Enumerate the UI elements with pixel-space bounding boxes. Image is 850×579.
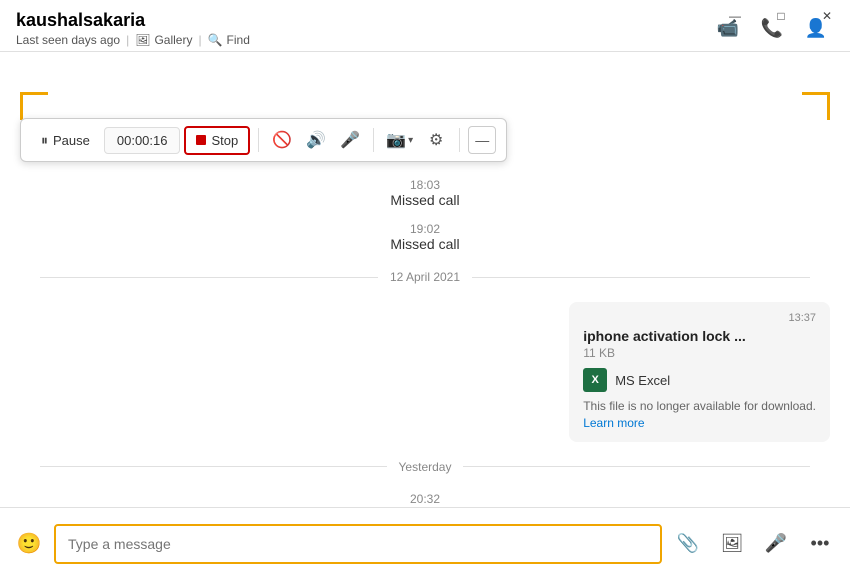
- camera-icon: 📷: [386, 130, 406, 150]
- emoji-button[interactable]: 🙂: [12, 527, 46, 561]
- settings-button[interactable]: ⚙: [421, 125, 451, 155]
- speaker-icon: 🔊: [306, 130, 326, 150]
- missed-call-3: 19:02 Missed call: [390, 222, 459, 252]
- mic-icon: 🎤: [340, 130, 360, 150]
- bracket-top-left: [20, 92, 48, 120]
- image-icon: 🖼: [721, 533, 744, 554]
- no-answer-group: 20:32 No answer: [0, 488, 850, 507]
- excel-icon: X: [583, 368, 607, 392]
- last-seen: Last seen days ago: [16, 33, 120, 47]
- contact-subtitle: Last seen days ago | 🖼 Gallery | 🔍 Find: [16, 33, 250, 47]
- contact-name: kaushalsakaria: [16, 10, 250, 31]
- stop-button[interactable]: Stop: [184, 126, 250, 155]
- minimize-icon: —: [475, 132, 489, 148]
- camera-button[interactable]: 📷 ▾: [382, 130, 417, 150]
- file-title: iphone activation lock ...: [583, 328, 816, 344]
- find-icon: 🔍: [208, 33, 223, 47]
- file-type-row: X MS Excel: [583, 368, 816, 392]
- attach-file-icon: 📎: [677, 533, 699, 554]
- missed-call-2-label: Missed call: [390, 192, 459, 208]
- microphone-icon: 🎤: [765, 533, 787, 554]
- toolbar-divider-2: [373, 128, 374, 152]
- recording-toolbar: ⏸ Pause 00:00:16 Stop 🚫 🔊 🎤 📷 ▾ ⚙ —: [20, 118, 507, 162]
- sep1: |: [126, 33, 129, 47]
- missed-call-3-time: 19:02: [390, 222, 459, 236]
- more-options-icon: •••: [811, 533, 830, 554]
- file-bubble: 13:37 iphone activation lock ... 11 KB X…: [569, 302, 830, 442]
- maximize-button[interactable]: □: [758, 0, 804, 32]
- blur-icon-button[interactable]: 🚫: [267, 125, 297, 155]
- emoji-icon: 🙂: [17, 531, 42, 556]
- missed-call-group-3: 19:02 Missed call: [0, 218, 850, 256]
- camera-chevron-icon: ▾: [408, 135, 413, 146]
- contact-info: kaushalsakaria Last seen days ago | 🖼 Ga…: [16, 10, 250, 47]
- date-label-april: 12 April 2021: [390, 270, 460, 284]
- toolbar-divider-1: [258, 128, 259, 152]
- speaker-button[interactable]: 🔊: [301, 125, 331, 155]
- date-divider-yesterday: Yesterday: [40, 460, 810, 474]
- gallery-link[interactable]: 🖼 Gallery: [135, 33, 192, 47]
- sep2: |: [198, 33, 201, 47]
- file-size: 11 KB: [583, 346, 816, 360]
- minimize-button[interactable]: —: [712, 0, 758, 32]
- toolbar-divider-3: [459, 128, 460, 152]
- message-input[interactable]: [54, 524, 662, 564]
- file-message: 13:37 iphone activation lock ... 11 KB X…: [0, 298, 850, 446]
- attach-file-button[interactable]: 📎: [670, 526, 706, 562]
- missed-call-2: 18:03 Missed call: [390, 178, 459, 208]
- file-notice: This file is no longer available for dow…: [583, 398, 816, 432]
- pause-button[interactable]: ⏸ Pause: [31, 127, 100, 154]
- toolbar-minimize-button[interactable]: —: [468, 126, 496, 154]
- date-divider-april: 12 April 2021: [40, 270, 810, 284]
- settings-icon: ⚙: [429, 130, 443, 150]
- mic-button[interactable]: 🎤: [335, 125, 365, 155]
- no-answer-time: 20:32: [390, 492, 461, 506]
- pause-icon: ⏸: [41, 132, 48, 149]
- window-controls: — □ ✕: [712, 0, 850, 32]
- microphone-button[interactable]: 🎤: [758, 526, 794, 562]
- bracket-top-right: [802, 92, 830, 120]
- file-notice-text: This file is no longer available for dow…: [583, 399, 816, 413]
- close-button[interactable]: ✕: [804, 0, 850, 32]
- learn-more-link[interactable]: Learn more: [583, 416, 644, 430]
- blur-icon: 🚫: [272, 130, 292, 150]
- file-message-time: 13:37: [583, 312, 816, 324]
- stop-dot-icon: [196, 135, 206, 145]
- date-label-yesterday: Yesterday: [399, 460, 452, 474]
- more-options-button[interactable]: •••: [802, 526, 838, 562]
- no-answer-block: 20:32 No answer: [390, 492, 461, 507]
- missed-call-3-label: Missed call: [390, 236, 459, 252]
- missed-call-group-2: 18:03 Missed call: [0, 174, 850, 212]
- missed-call-2-time: 18:03: [390, 178, 459, 192]
- gallery-icon: 🖼: [135, 33, 150, 47]
- message-input-bar: 🙂 📎 🖼 🎤 •••: [0, 507, 850, 579]
- file-type-label: MS Excel: [615, 373, 670, 388]
- recording-timer: 00:00:16: [104, 127, 181, 154]
- image-button[interactable]: 🖼: [714, 526, 750, 562]
- find-link[interactable]: 🔍 Find: [208, 33, 250, 47]
